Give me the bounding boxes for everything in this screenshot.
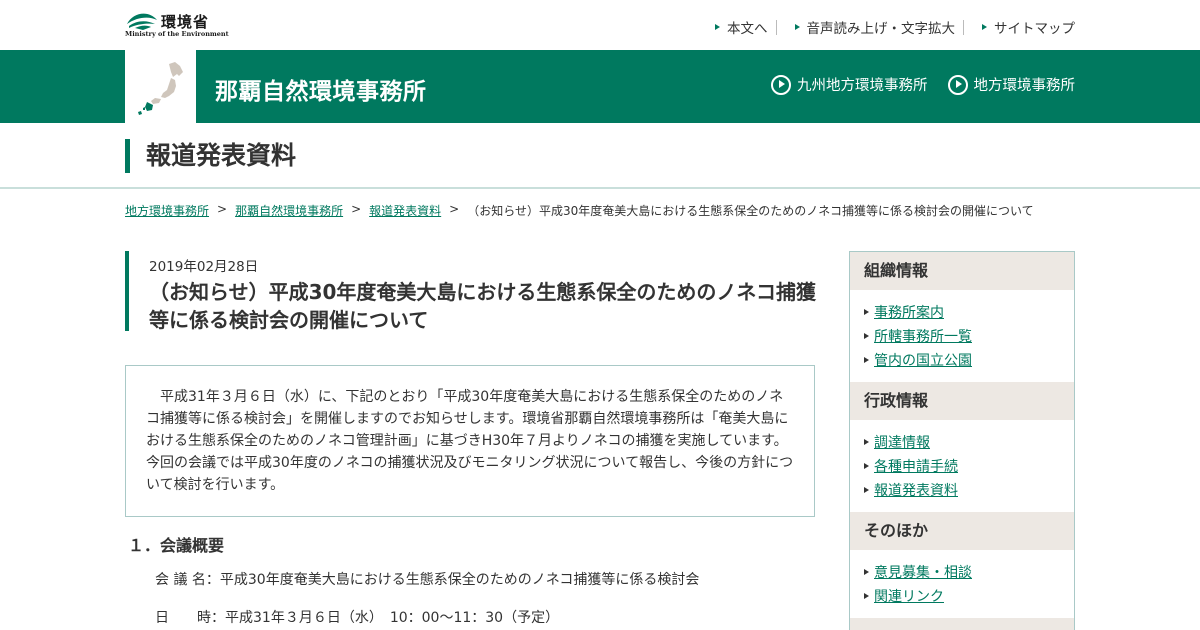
article-summary: 平成31年３月６日（水）に、下記のとおり「平成30年度奄美大島における生態系保全…	[125, 365, 815, 517]
sidebar-link-press-releases[interactable]: 報道発表資料	[874, 480, 958, 500]
breadcrumb-separator: >	[351, 202, 362, 216]
sidebar-heading-organization: 組織情報	[850, 252, 1074, 290]
region-link-label: 九州地方環境事務所	[797, 78, 928, 94]
sidebar-item: 各種申請手続	[864, 454, 1074, 478]
sidebar-list: 調達情報 各種申請手続 報道発表資料	[850, 420, 1074, 512]
arrow-right-icon	[864, 333, 869, 339]
sidebar-item: 関連リンク	[864, 584, 1074, 608]
region-links: 九州地方環境事務所 地方環境事務所	[751, 74, 1075, 95]
sidebar-item: 管内の国立公園	[864, 348, 1074, 372]
sidebar-list: 意見募集・相談 関連リンク	[850, 550, 1074, 618]
sidebar-item: 意見募集・相談	[864, 560, 1074, 584]
sidebar-item: 調達情報	[864, 430, 1074, 454]
breadcrumb-separator: >	[217, 202, 228, 216]
arrow-right-icon	[794, 24, 800, 30]
sidebar-link-procurement[interactable]: 調達情報	[874, 432, 930, 452]
sidebar-link-office-guide[interactable]: 事務所案内	[874, 302, 944, 322]
circle-arrow-icon	[947, 74, 968, 95]
circle-arrow-icon	[771, 74, 791, 95]
meeting-time: 日 時：平成31年３月６日（水） 10：00～11：30（予定）	[155, 610, 560, 626]
arrow-right-icon	[864, 439, 869, 445]
sidebar-item: 報道発表資料	[864, 478, 1074, 502]
sidebar-heading-more	[850, 618, 1074, 630]
arrow-right-icon	[864, 593, 869, 599]
arrow-right-icon	[864, 569, 869, 575]
divider	[963, 19, 964, 35]
section-heading-meeting-overview: １．会議概要	[128, 536, 225, 555]
sidebar: 組織情報 事務所案内 所轄事務所一覧 管内の国立公園 行政情報 調達情報 各種申…	[849, 251, 1075, 630]
sidebar-item: 所轄事務所一覧	[864, 324, 1074, 348]
sidebar-link-feedback[interactable]: 意見募集・相談	[874, 562, 972, 582]
breadcrumb: 地方環境事務所 > 那覇自然環境事務所 > 報道発表資料 > （お知らせ）平成3…	[125, 202, 1034, 219]
divider	[775, 19, 777, 35]
article-title: （お知らせ）平成30年度奄美大島における生態系保全のためのノネコ捕獲等に係る検討…	[149, 280, 817, 332]
top-bar: 環境省 Ministry of the Environment 本文へ 音声読み…	[0, 0, 1200, 50]
page-title: 報道発表資料	[125, 139, 296, 173]
sitemap-link[interactable]: サイトマップ	[972, 17, 1075, 37]
arrow-right-icon	[864, 309, 869, 315]
region-link-label: 地方環境事務所	[973, 78, 1076, 94]
kyushu-office-link[interactable]: 九州地方環境事務所	[771, 74, 928, 95]
japan-map-icon-graphic	[138, 62, 183, 115]
breadcrumb-link-press[interactable]: 報道発表資料	[369, 202, 441, 219]
japan-map-icon[interactable]	[125, 50, 196, 123]
sidebar-list: 事務所案内 所轄事務所一覧 管内の国立公園	[850, 290, 1074, 382]
office-title: 那覇自然環境事務所	[215, 79, 427, 105]
sidebar-heading-other: そのほか	[850, 512, 1074, 550]
accessibility-link[interactable]: 音声読み上げ・文字拡大	[785, 17, 956, 37]
top-link-label: 本文へ	[727, 21, 768, 37]
arrow-right-icon	[864, 357, 869, 363]
top-link-label: 音声読み上げ・文字拡大	[806, 21, 956, 37]
meeting-name: 会 議 名：平成30年度奄美大島における生態系保全のためのノネコ捕獲等に係る検討…	[155, 572, 700, 588]
office-header: 那覇自然環境事務所 九州地方環境事務所 地方環境事務所	[0, 50, 1200, 123]
sidebar-heading-administration: 行政情報	[850, 382, 1074, 420]
breadcrumb-separator: >	[449, 202, 460, 216]
ministry-logo[interactable]: 環境省 Ministry of the Environment	[125, 8, 229, 40]
sidebar-link-office-list[interactable]: 所轄事務所一覧	[874, 326, 972, 346]
breadcrumb-current: （お知らせ）平成30年度奄美大島における生態系保全のためのノネコ捕獲等に係る検討…	[467, 204, 1034, 218]
arrow-right-icon	[715, 24, 720, 30]
section-header: 報道発表資料	[0, 123, 1200, 189]
arrow-right-icon	[982, 24, 987, 30]
article-date: 2019年02月28日	[149, 259, 259, 275]
top-links: 本文へ 音声読み上げ・文字拡大 サイトマップ	[705, 17, 1075, 37]
arrow-right-icon	[864, 463, 869, 469]
logo-subtitle: Ministry of the Environment	[125, 30, 229, 38]
skip-to-content-link[interactable]: 本文へ	[705, 17, 768, 37]
sidebar-link-applications[interactable]: 各種申請手続	[874, 456, 958, 476]
top-link-label: サイトマップ	[994, 21, 1075, 37]
regional-offices-link[interactable]: 地方環境事務所	[947, 74, 1076, 95]
breadcrumb-link-regional[interactable]: 地方環境事務所	[125, 202, 209, 219]
article-header: 2019年02月28日 （お知らせ）平成30年度奄美大島における生態系保全のため…	[125, 251, 816, 332]
breadcrumb-link-naha[interactable]: 那覇自然環境事務所	[235, 202, 343, 219]
sidebar-link-national-parks[interactable]: 管内の国立公園	[874, 350, 972, 370]
sidebar-item: 事務所案内	[864, 300, 1074, 324]
arrow-right-icon	[864, 487, 869, 493]
sidebar-link-related[interactable]: 関連リンク	[874, 586, 944, 606]
logo-text: 環境省	[161, 13, 210, 31]
